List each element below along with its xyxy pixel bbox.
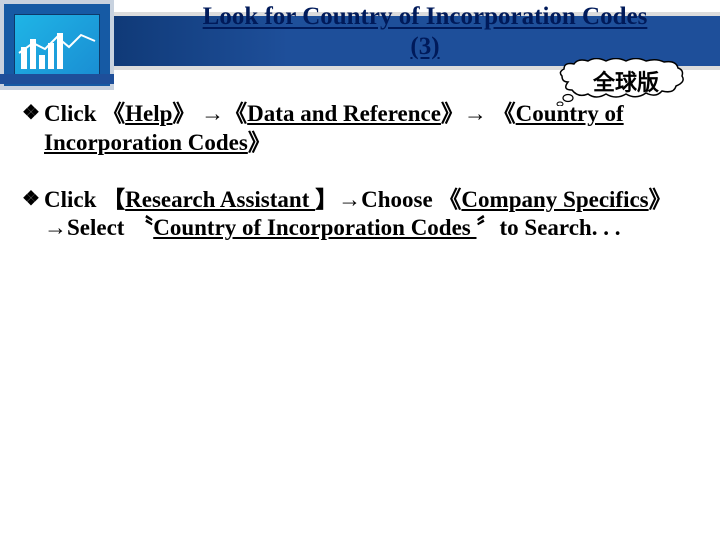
page-title: Look for Country of Incorporation Codes … xyxy=(130,2,720,62)
txt: 》→ 《 xyxy=(441,101,516,126)
diamond-bullet-icon: ❖ xyxy=(22,100,44,158)
menu-help: Help xyxy=(125,101,172,126)
txt: 】→Choose 《 xyxy=(315,187,461,212)
menu-country-codes: Country of Incorporation Codes xyxy=(153,215,476,240)
menu-research-assistant: Research Assistant xyxy=(125,187,315,212)
content-area: ❖ Click 《Help》 →《Data and Reference》→ 《 C… xyxy=(22,100,698,271)
txt: 〞to Search. . . xyxy=(477,215,621,240)
menu-company-specifics: Company Specifics xyxy=(461,187,648,212)
list-item: ❖ Click 《Help》 →《Data and Reference》→ 《C… xyxy=(22,100,698,158)
list-item: ❖ Click 【Research Assistant 】→Choose 《Co… xyxy=(22,186,698,244)
diamond-bullet-icon: ❖ xyxy=(22,186,44,244)
txt: Click 《 xyxy=(44,101,125,126)
title-line-2: (3) xyxy=(410,33,439,60)
badge-label: 全球版 xyxy=(567,65,685,97)
menu-data-and-reference: Data and Reference xyxy=(247,101,441,126)
bullet-text: Click 《Help》 →《Data and Reference》→ 《Cou… xyxy=(44,100,698,158)
trend-line-icon xyxy=(15,33,99,59)
bullet-text: Click 【Research Assistant 】→Choose 《Comp… xyxy=(44,186,698,244)
logo-screen xyxy=(14,14,100,76)
txt: 》 xyxy=(248,130,271,155)
title-line-1: Look for Country of Incorporation Codes xyxy=(203,3,648,30)
txt: 》 →《 xyxy=(172,101,247,126)
sub-band xyxy=(0,74,114,84)
txt: Click 【 xyxy=(44,187,125,212)
